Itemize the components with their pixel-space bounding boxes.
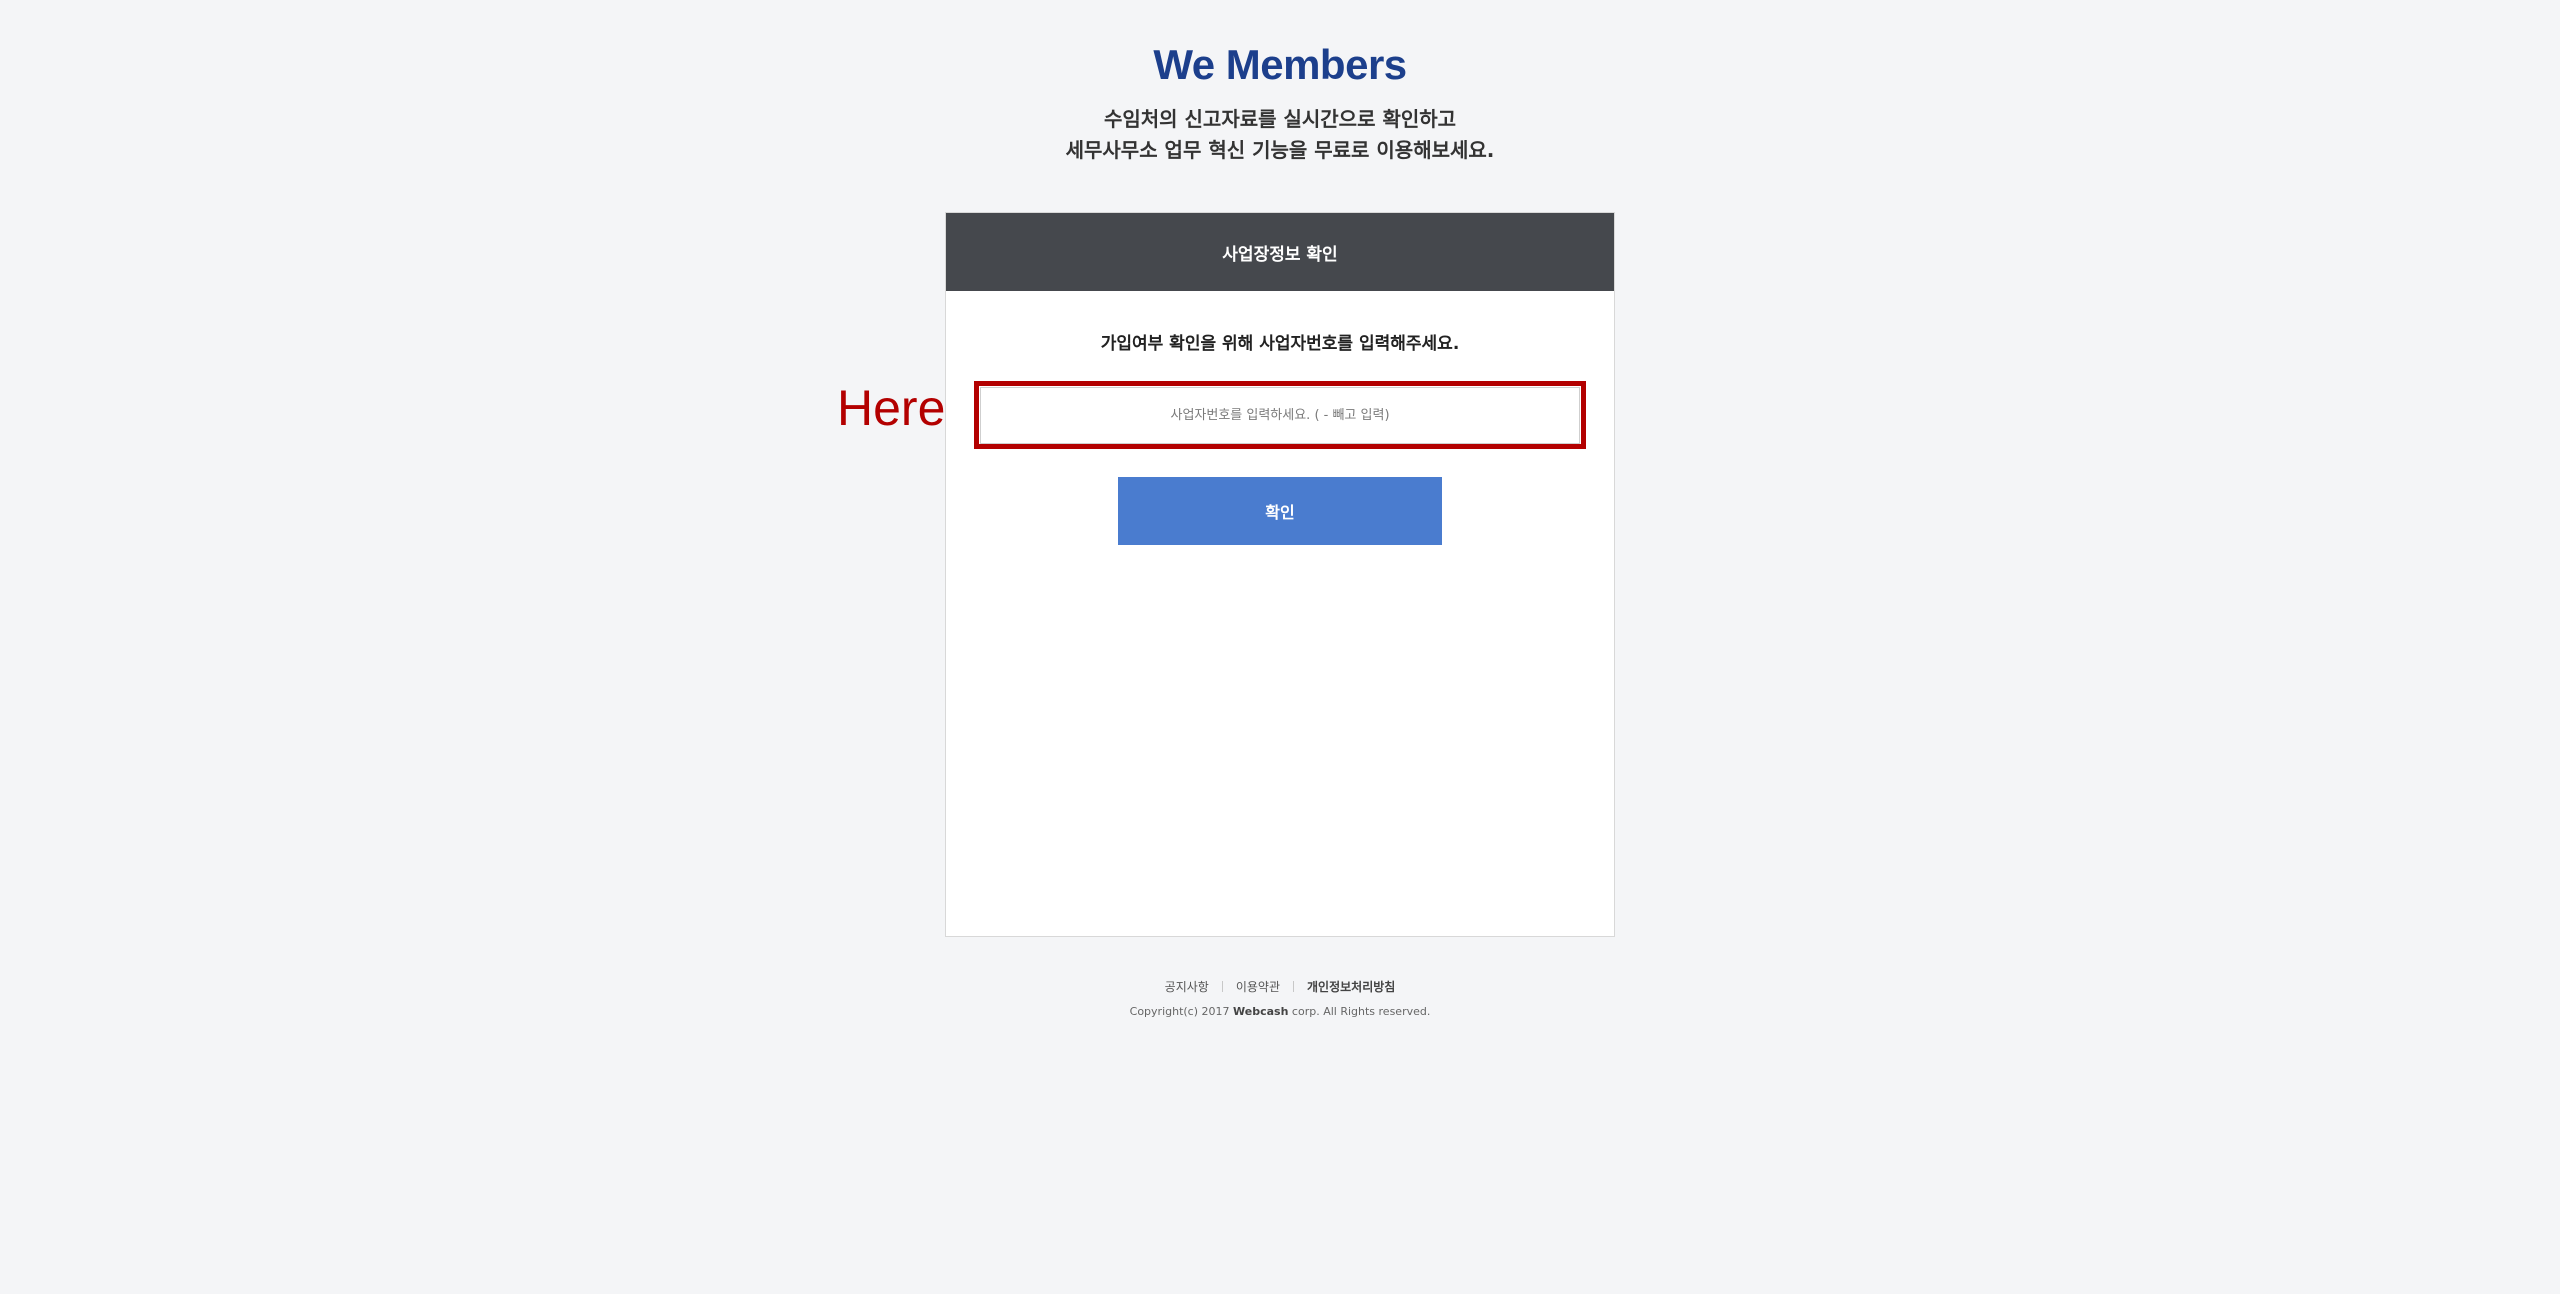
footer-separator — [1293, 981, 1294, 992]
footer-separator — [1221, 981, 1223, 992]
confirm-button[interactable]: 확인 — [1118, 477, 1442, 545]
business-info-panel: 사업장정보 확인 가입여부 확인을 위해 사업자번호를 입력해주세요. 확인 — [945, 212, 1615, 937]
page-header: We Members 수임처의 신고자료를 실시간으로 확인하고 세무사무소 업… — [0, 38, 2560, 166]
panel-title: 사업장정보 확인 — [946, 213, 1614, 291]
footer-link-terms[interactable]: 이용약관 — [1236, 978, 1280, 995]
tagline-line-1: 수임처의 신고자료를 실시간으로 확인하고 — [1103, 107, 1457, 131]
tagline: 수임처의 신고자료를 실시간으로 확인하고 세무사무소 업무 혁신 기능을 무료… — [0, 104, 2560, 166]
input-highlight-box — [974, 381, 1586, 449]
copyright-company: Webcash — [1233, 1005, 1289, 1018]
here-annotation: Here! — [837, 380, 960, 436]
copyright-suffix: corp. All Rights reserved. — [1288, 1005, 1431, 1018]
brand-logo: We Members — [1153, 41, 1407, 88]
tagline-line-2: 세무사무소 업무 혁신 기능을 무료로 이용해보세요. — [1065, 138, 1495, 162]
copyright-prefix: Copyright(c) 2017 — [1129, 1005, 1234, 1018]
footer-link-notice[interactable]: 공지사항 — [1165, 978, 1209, 995]
page-footer: 공지사항 이용약관 개인정보처리방침 Copyright(c) 2017 Web… — [0, 978, 2560, 1018]
instruction-text: 가입여부 확인을 위해 사업자번호를 입력해주세요. — [1100, 334, 1460, 354]
business-number-input[interactable] — [980, 386, 1580, 444]
footer-link-privacy[interactable]: 개인정보처리방침 — [1307, 978, 1395, 995]
copyright: Copyright(c) 2017 Webcash corp. All Righ… — [0, 1005, 2560, 1018]
footer-links: 공지사항 이용약관 개인정보처리방침 — [0, 978, 2560, 995]
